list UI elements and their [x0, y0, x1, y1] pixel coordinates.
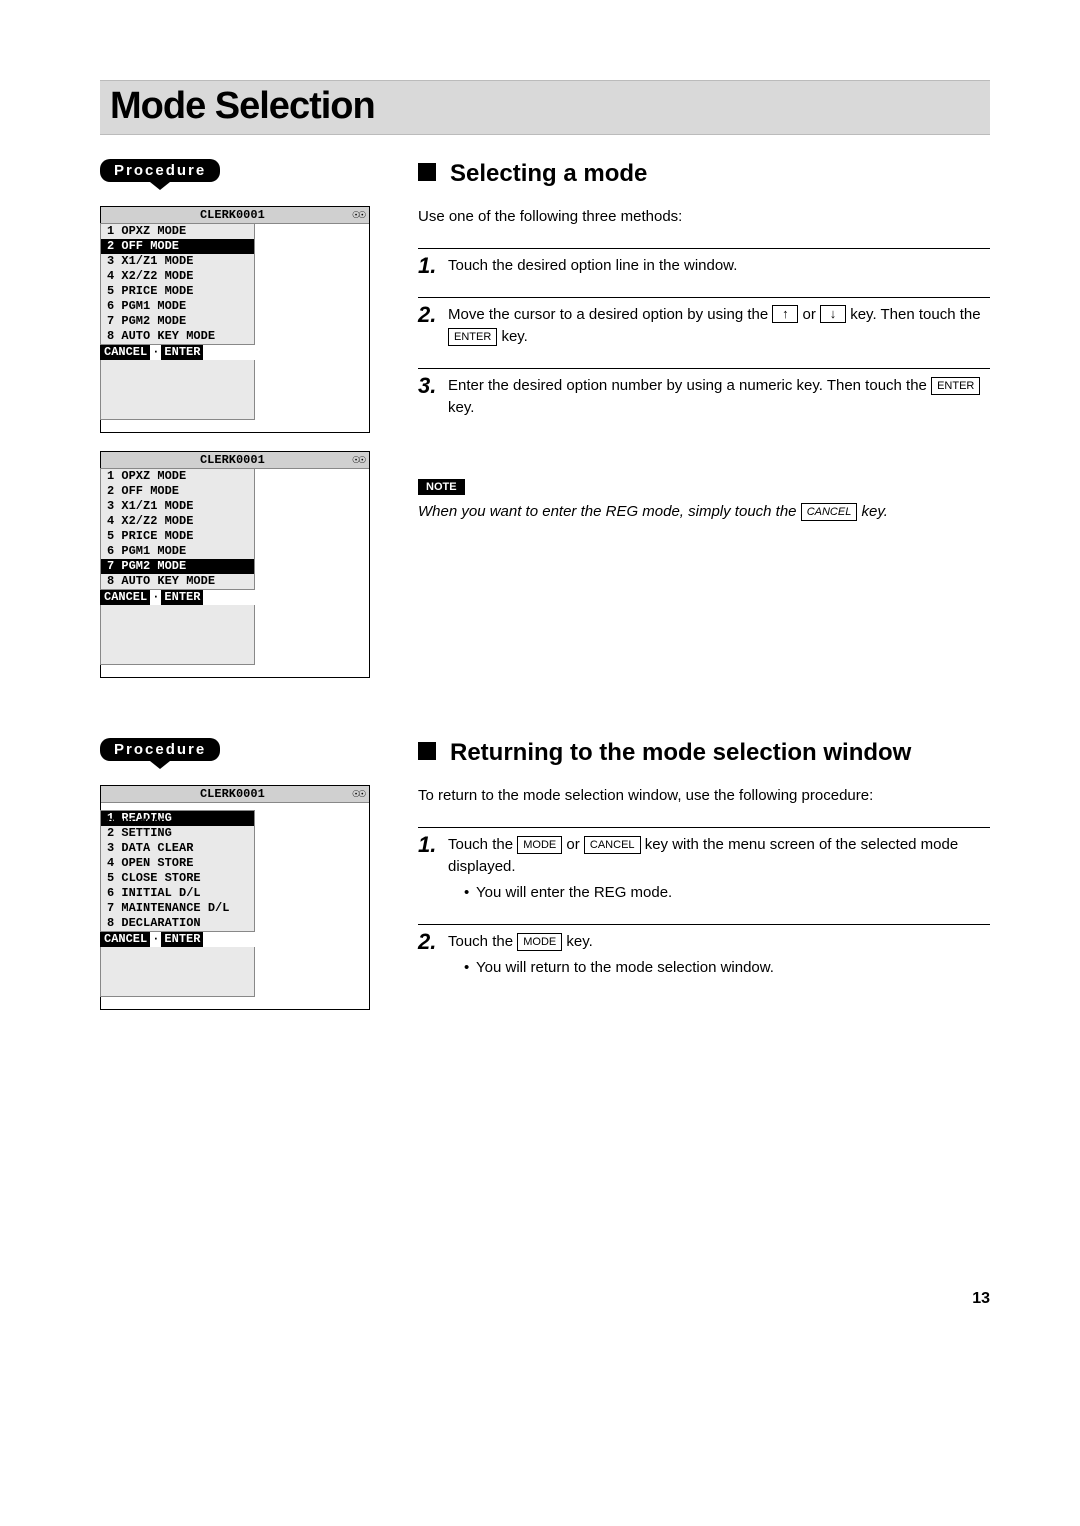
step-sub-bullet: You will return to the mode selection wi… [464, 957, 990, 979]
mode-key: MODE [517, 836, 562, 854]
list-item: 7 PGM2 MODE [101, 314, 254, 329]
clerk-id: CLERK0001 [200, 453, 265, 468]
note-text: When you want to enter the REG mode, sim… [418, 501, 990, 523]
section-selecting-mode: Procedure CLERK0001 ☉☉ 1 OPXZ MODE2 OFF … [100, 159, 990, 678]
section-intro: To return to the mode selection window, … [418, 785, 990, 807]
page-title: Mode Selection [110, 85, 980, 128]
list-item: 1 OPXZ MODE [101, 469, 254, 484]
mode-key: MODE [517, 933, 562, 951]
receipt-icons: ☉☉ [353, 453, 365, 468]
list-item: 8 DECLARATION [101, 916, 254, 931]
list-item: 8 AUTO KEY MODE [101, 574, 254, 589]
section-returning: Procedure CLERK0001 ☉☉ PGM2 MODE 1 READI… [100, 738, 990, 1010]
enter-softkey: ENTER [161, 345, 203, 360]
screenshot-pgm2-menu: CLERK0001 ☉☉ PGM2 MODE 1 READING2 SETTIN… [100, 785, 370, 1010]
step-1: 1. Touch the desired option line in the … [418, 248, 990, 297]
list-item: 6 PGM1 MODE [101, 299, 254, 314]
enter-softkey: ENTER [161, 932, 203, 947]
receipt-icons: ☉☉ [353, 787, 365, 802]
section-bullet-icon [418, 742, 436, 760]
enter-key: ENTER [931, 377, 980, 395]
step-3: 3. Enter the desired option number by us… [418, 368, 990, 439]
step-1: 1. Touch the MODE or CANCEL key with the… [418, 827, 990, 924]
list-item: 3 DATA CLEAR [101, 841, 254, 856]
clerk-id: CLERK0001 [200, 787, 265, 802]
up-arrow-key: ↑ [772, 305, 798, 323]
list-item: 6 PGM1 MODE [101, 544, 254, 559]
procedure-label: Procedure [100, 738, 220, 761]
clerk-id: CLERK0001 [200, 208, 265, 223]
note-label: NOTE [418, 479, 465, 495]
screenshot-mode-list-off-selected: CLERK0001 ☉☉ 1 OPXZ MODE2 OFF MODE3 X1/Z… [100, 206, 370, 433]
list-item: 1 OPXZ MODE [101, 224, 254, 239]
list-item: 8 AUTO KEY MODE [101, 329, 254, 344]
receipt-icons: ☉☉ [353, 208, 365, 223]
down-arrow-key: ↓ [820, 305, 846, 323]
screenshot-mode-list-pgm2-selected: CLERK0001 ☉☉ 1 OPXZ MODE2 OFF MODE3 X1/Z… [100, 451, 370, 678]
list-item: 2 OFF MODE [101, 484, 254, 499]
step-2: 2. Touch the MODE key. You will return t… [418, 924, 990, 999]
list-item: 2 OFF MODE [101, 239, 254, 254]
enter-key: ENTER [448, 328, 497, 346]
section-heading: Selecting a mode [450, 160, 647, 188]
step-2: 2. Move the cursor to a desired option b… [418, 297, 990, 368]
section-heading: Returning to the mode selection window [450, 739, 911, 767]
procedure-label: Procedure [100, 159, 220, 182]
section-bullet-icon [418, 163, 436, 181]
list-item: 4 X2/Z2 MODE [101, 514, 254, 529]
list-item: 6 INITIAL D/L [101, 886, 254, 901]
list-item: 3 X1/Z1 MODE [101, 499, 254, 514]
cancel-softkey: CANCEL [101, 345, 150, 360]
list-item: 5 CLOSE STORE [101, 871, 254, 886]
list-item: 5 PRICE MODE [101, 284, 254, 299]
cancel-key: CANCEL [584, 836, 641, 854]
title-bar: Mode Selection [100, 80, 990, 135]
list-item: 5 PRICE MODE [101, 529, 254, 544]
section-intro: Use one of the following three methods: [418, 206, 990, 228]
cancel-key: CANCEL [801, 503, 858, 521]
cancel-softkey: CANCEL [101, 932, 150, 947]
page-number: 13 [100, 1290, 990, 1308]
list-item: 3 X1/Z1 MODE [101, 254, 254, 269]
enter-softkey: ENTER [161, 590, 203, 605]
list-item: 4 OPEN STORE [101, 856, 254, 871]
cancel-softkey: CANCEL [101, 590, 150, 605]
list-item: 7 PGM2 MODE [101, 559, 254, 574]
list-item: 4 X2/Z2 MODE [101, 269, 254, 284]
list-item: 7 MAINTENANCE D/L [101, 901, 254, 916]
step-sub-bullet: You will enter the REG mode. [464, 882, 990, 904]
panel-title: PGM2 MODE [105, 819, 168, 830]
